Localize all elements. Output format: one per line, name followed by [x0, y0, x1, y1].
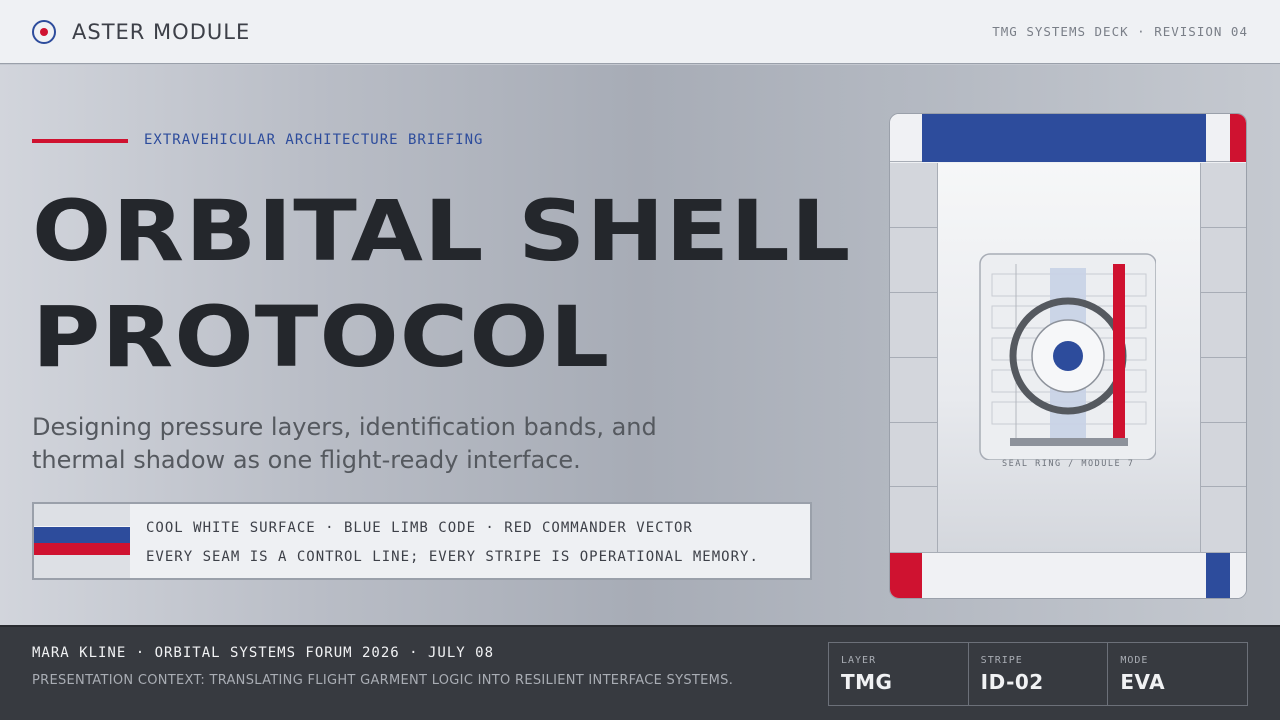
subtitle: Designing pressure layers, identificatio…: [32, 413, 657, 474]
seal-core-dot: [1053, 341, 1083, 371]
seal-ring-diagram: [979, 253, 1156, 460]
stat-value: EVA: [1120, 670, 1166, 694]
title-line-1: ORBITAL SHELL: [32, 182, 852, 280]
panel-right-rail: [1200, 163, 1246, 552]
panel-bottom-band: [890, 552, 1246, 598]
target-icon: [32, 20, 56, 44]
color-code-line: COOL WHITE SURFACE · BLUE LIMB CODE · RE…: [146, 520, 693, 536]
stat-mode: MODE EVA: [1108, 643, 1247, 705]
module-panel: [889, 113, 1247, 599]
deck-revision: TMG SYSTEMS DECK · REVISION 04: [992, 24, 1248, 39]
stat-value: TMG: [841, 670, 893, 694]
stat-value: ID-02: [980, 670, 1044, 694]
stats-panel: LAYER TMG STRIPE ID-02 MODE EVA: [828, 642, 1248, 706]
stat-stripe: STRIPE ID-02: [969, 643, 1109, 705]
color-code-box: COOL WHITE SURFACE · BLUE LIMB CODE · RE…: [32, 502, 812, 580]
stat-label: MODE: [1120, 655, 1149, 666]
panel-left-rail: [890, 163, 938, 552]
kicker-divider: [32, 139, 128, 143]
kicker-label: EXTRAVEHICULAR ARCHITECTURE BRIEFING: [144, 132, 484, 148]
title-line-2: PROTOCOL: [32, 288, 611, 386]
top-bar: ASTER MODULE TMG SYSTEMS DECK · REVISION…: [0, 0, 1280, 64]
stat-layer: LAYER TMG: [829, 643, 969, 705]
stripe-flag-icon: [34, 504, 130, 578]
commander-stripe: [1113, 264, 1125, 440]
brand-name: ASTER MODULE: [72, 20, 251, 44]
panel-top-band: [890, 114, 1246, 162]
seal-caption: SEAL RING / MODULE 7: [1002, 459, 1135, 469]
stat-label: STRIPE: [980, 655, 1023, 666]
presenter-line: MARA KLINE · ORBITAL SYSTEMS FORUM 2026 …: [32, 645, 495, 661]
slide-stage: EXTRAVEHICULAR ARCHITECTURE BRIEFING ORB…: [0, 65, 1280, 625]
presentation-context: PRESENTATION CONTEXT: TRANSLATING FLIGHT…: [32, 673, 734, 688]
stat-label: LAYER: [841, 655, 877, 666]
seam-memory-line: EVERY SEAM IS A CONTROL LINE; EVERY STRI…: [146, 549, 759, 565]
footer-bar: MARA KLINE · ORBITAL SYSTEMS FORUM 2026 …: [0, 625, 1280, 720]
